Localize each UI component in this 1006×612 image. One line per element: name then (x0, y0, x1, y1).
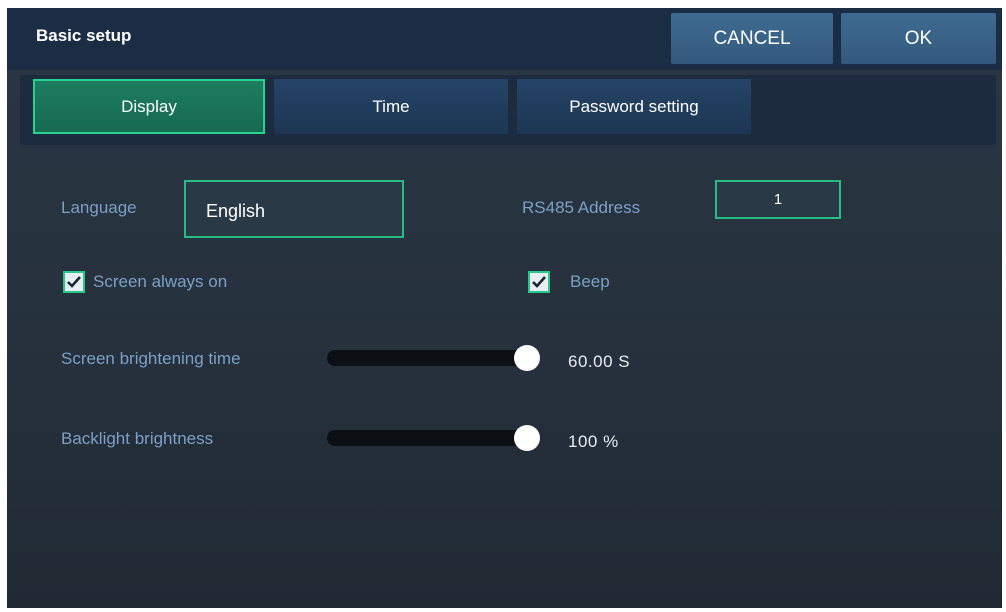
slider-knob[interactable] (514, 425, 540, 451)
slider-fill (327, 430, 527, 446)
backlight-brightness-label: Backlight brightness (61, 429, 214, 448)
backlight-brightness-value: 100 % (568, 432, 619, 451)
cancel-button[interactable]: CANCEL (671, 13, 833, 64)
screen-brightening-time-value: 60.00 S (568, 352, 631, 371)
tab-display[interactable]: Display (33, 79, 265, 134)
backlight-brightness-slider[interactable] (327, 425, 540, 451)
screen-brightening-time-slider[interactable] (327, 345, 540, 371)
tab-time[interactable]: Time (274, 79, 508, 134)
language-label: Language (61, 198, 137, 217)
language-value: English (206, 201, 266, 221)
screen-always-on-label: Screen always on (93, 272, 228, 291)
checkmark-icon (532, 276, 546, 288)
screen-always-on-checkbox[interactable] (63, 271, 85, 293)
beep-label: Beep (570, 272, 610, 291)
slider-fill (327, 350, 527, 366)
rs485-address-input[interactable]: 1 (715, 180, 841, 219)
language-select[interactable]: English (184, 180, 404, 238)
screen-brightening-time-label: Screen brightening time (61, 349, 241, 368)
rs485-address-value: 1 (773, 191, 783, 208)
rs485-address-label: RS485 Address (522, 198, 641, 217)
ok-button[interactable]: OK (841, 13, 996, 64)
title-bar: Basic setup CANCEL OK (7, 8, 1002, 70)
window-title: Basic setup (36, 26, 132, 45)
checkmark-icon (67, 276, 81, 288)
tab-password-setting[interactable]: Password setting (517, 79, 751, 134)
tab-bar: Display Time Password setting (20, 75, 996, 145)
beep-checkbox[interactable] (528, 271, 550, 293)
basic-setup-window: Basic setup CANCEL OK Display Time Passw… (7, 8, 1002, 608)
slider-knob[interactable] (514, 345, 540, 371)
